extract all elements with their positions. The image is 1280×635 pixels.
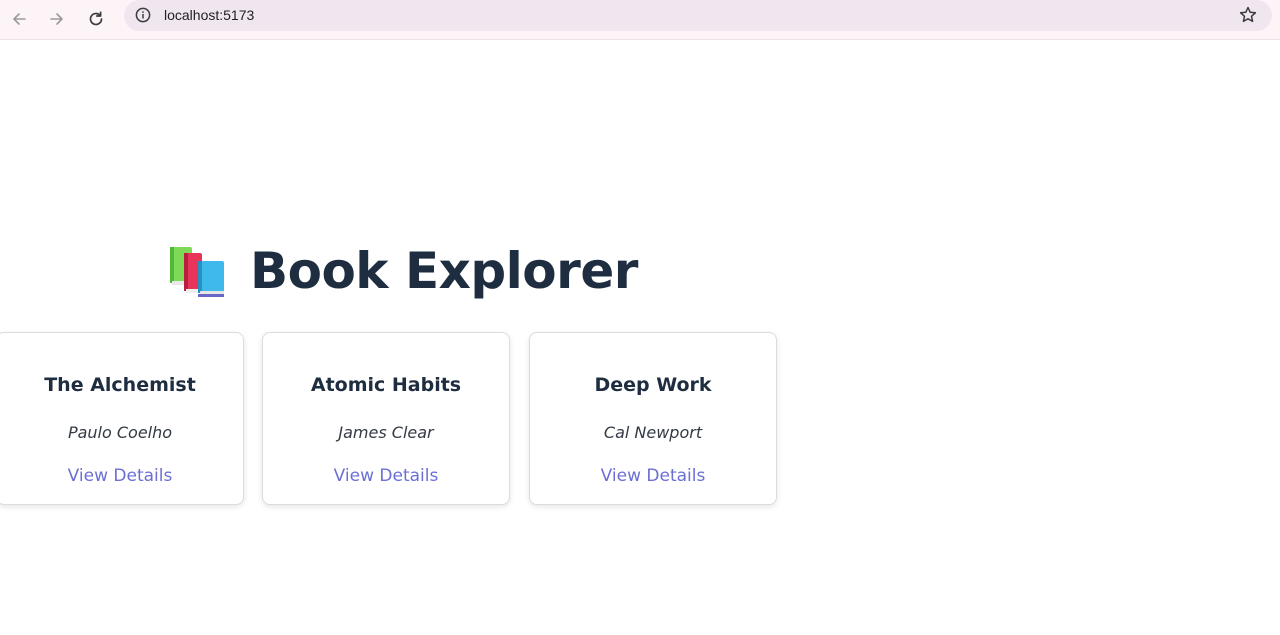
view-details-link[interactable]: View Details bbox=[263, 466, 509, 486]
back-arrow-icon bbox=[13, 13, 26, 25]
page-content: Book Explorer The Alchemist Paulo Coelho… bbox=[0, 40, 1280, 635]
book-title: Atomic Habits bbox=[310, 374, 462, 396]
book-title: The Alchemist bbox=[44, 374, 196, 396]
forward-arrow-icon bbox=[50, 13, 63, 25]
book-author: Cal Newport bbox=[603, 423, 703, 442]
page-title: Book Explorer bbox=[250, 242, 638, 300]
book-card: The Alchemist Paulo Coelho View Details bbox=[0, 332, 244, 505]
info-icon[interactable] bbox=[135, 7, 151, 23]
view-details-link[interactable]: View Details bbox=[530, 466, 776, 486]
star-icon[interactable] bbox=[1238, 5, 1258, 25]
forward-button[interactable] bbox=[42, 4, 72, 34]
browser-toolbar: localhost:5173 bbox=[0, 0, 1280, 40]
book-title: Deep Work bbox=[594, 374, 712, 396]
address-bar[interactable]: localhost:5173 bbox=[124, 0, 1272, 31]
reload-button[interactable] bbox=[81, 4, 111, 34]
url-text[interactable]: localhost:5173 bbox=[164, 6, 254, 24]
header: Book Explorer bbox=[168, 236, 638, 306]
book-card: Atomic Habits James Clear View Details bbox=[262, 332, 510, 505]
books-emoji-icon bbox=[170, 247, 224, 297]
reload-icon bbox=[89, 11, 103, 26]
book-author: James Clear bbox=[338, 423, 434, 442]
view-details-link[interactable]: View Details bbox=[0, 466, 243, 486]
back-button[interactable] bbox=[4, 4, 34, 34]
book-card: Deep Work Cal Newport View Details bbox=[529, 332, 777, 505]
book-author: Paulo Coelho bbox=[67, 423, 173, 442]
